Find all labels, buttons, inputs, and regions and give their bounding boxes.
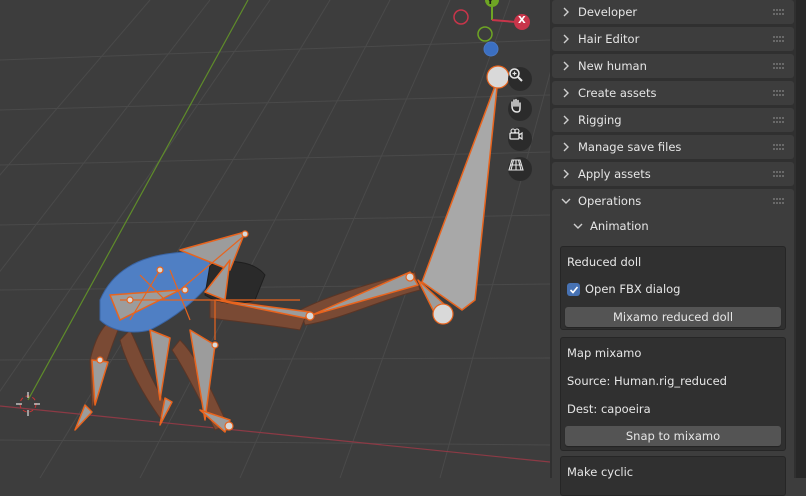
chevron-right-icon [563, 142, 569, 152]
sidebar-panel: Developer Hair Editor New human Create a… [550, 0, 796, 496]
make-cyclic-box: Make cyclic [560, 456, 786, 496]
panel-label: Apply assets [578, 167, 651, 181]
dest-label: Dest: capoeira [567, 402, 651, 416]
panel-create-assets[interactable]: Create assets [552, 81, 794, 105]
drag-grip-icon[interactable] [772, 88, 784, 98]
chevron-right-icon [563, 88, 569, 98]
reduced-doll-box: Reduced doll Open FBX dialog Mixamo redu… [560, 246, 786, 330]
panel-label: Hair Editor [578, 32, 640, 46]
panel-apply-assets[interactable]: Apply assets [552, 162, 794, 186]
viewport-scene [0, 0, 550, 478]
snap-to-mixamo-button[interactable]: Snap to mixamo [565, 426, 781, 446]
reduced-doll-title: Reduced doll [567, 255, 642, 269]
hand-pan-icon [511, 98, 521, 113]
drag-grip-icon[interactable] [772, 142, 784, 152]
navigation-gizmo [453, 0, 530, 57]
panel-new-human[interactable]: New human [552, 54, 794, 78]
gizmo-y-label: Y [487, 0, 494, 7]
gizmo-neg-x [453, 9, 469, 25]
perspective-toggle-button[interactable] [508, 157, 532, 181]
camera-icon [509, 128, 523, 141]
make-cyclic-title: Make cyclic [567, 465, 634, 479]
perspective-grid-icon [508, 159, 524, 171]
subpanel-label: Animation [590, 219, 649, 233]
drag-grip-icon[interactable] [772, 34, 784, 44]
drag-grip-icon[interactable] [772, 61, 784, 71]
gizmo-neg-z [483, 41, 499, 57]
drag-grip-icon[interactable] [772, 7, 784, 17]
chevron-right-icon [563, 34, 569, 44]
panel-label: Rigging [578, 113, 622, 127]
zoom-button[interactable] [508, 67, 532, 91]
panel-developer[interactable]: Developer [552, 0, 794, 24]
map-mixamo-box: Map mixamo Source: Human.rig_reduced Des… [560, 337, 786, 451]
zoom-icon [509, 68, 523, 82]
drag-grip-icon[interactable] [772, 196, 784, 206]
panel-rigging[interactable]: Rigging [552, 108, 794, 132]
panel-label: Manage save files [578, 140, 682, 154]
panel-manage-save-files[interactable]: Manage save files [552, 135, 794, 159]
3d-cursor [16, 392, 40, 416]
subpanel-animation[interactable]: Animation [554, 213, 649, 239]
operations-body: Animation Reduced doll Open FBX dialog M… [552, 213, 794, 496]
gizmo-neg-y [477, 26, 493, 42]
panel-label: New human [578, 59, 647, 73]
camera-view-button[interactable] [508, 127, 532, 151]
chevron-right-icon [563, 61, 569, 71]
chevron-right-icon [563, 7, 569, 17]
panel-operations[interactable]: Operations [552, 189, 794, 213]
pan-button[interactable] [508, 97, 532, 121]
mixamo-reduced-doll-button[interactable]: Mixamo reduced doll [565, 307, 781, 327]
3d-viewport[interactable]: Y X [0, 0, 550, 478]
source-label: Source: Human.rig_reduced [567, 374, 727, 388]
map-mixamo-title: Map mixamo [567, 346, 642, 360]
open-fbx-checkbox[interactable] [567, 283, 580, 296]
chevron-down-icon [561, 198, 571, 204]
panel-label: Operations [578, 194, 642, 208]
panel-label: Create assets [578, 86, 657, 100]
drag-grip-icon[interactable] [772, 169, 784, 179]
gizmo-x-label: X [518, 15, 526, 26]
open-fbx-label[interactable]: Open FBX dialog [585, 282, 680, 296]
panel-label: Developer [578, 5, 638, 19]
drag-grip-icon[interactable] [772, 115, 784, 125]
chevron-right-icon [563, 115, 569, 125]
checkmark-icon [569, 285, 578, 294]
chevron-down-icon [573, 223, 583, 229]
panel-hair-editor[interactable]: Hair Editor [552, 27, 794, 51]
region-scrollbar[interactable] [796, 0, 806, 478]
chevron-right-icon [563, 169, 569, 179]
